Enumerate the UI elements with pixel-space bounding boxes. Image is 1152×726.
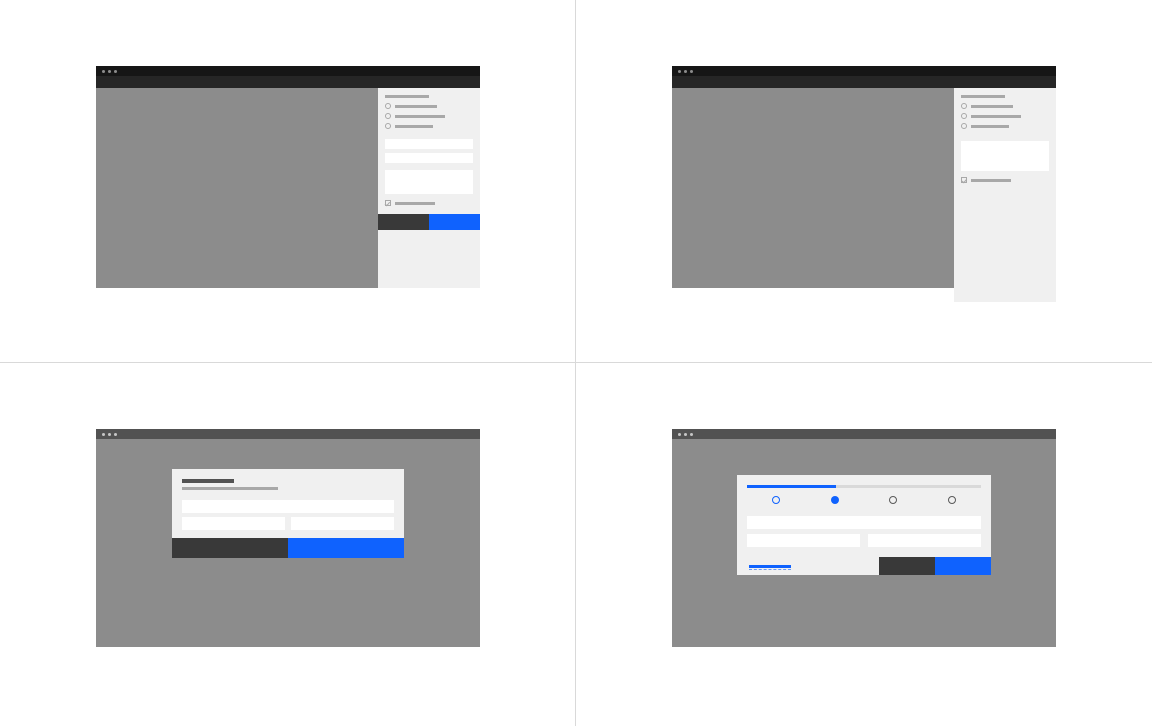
radio-icon [961,113,967,119]
checkbox-option[interactable] [385,200,473,206]
slide-over-panel [954,88,1056,302]
text-input[interactable] [385,153,473,163]
progress-fill [747,485,836,488]
text-input[interactable] [291,517,394,530]
browser-window [96,66,480,288]
modal-actions [172,538,404,558]
panel-actions [961,191,1049,195]
traffic-light-icon [114,70,117,73]
secondary-button[interactable] [172,538,288,558]
step-done-icon[interactable] [772,496,780,504]
browser-window [96,429,480,647]
radio-option[interactable] [961,113,1049,119]
checkbox-option[interactable] [961,177,1049,183]
traffic-light-icon [690,70,693,73]
window-toolbar [96,76,480,88]
radio-icon [961,123,967,129]
radio-icon [385,113,391,119]
traffic-light-icon [102,70,105,73]
back-link[interactable] [749,565,791,568]
modal-subtitle [182,487,278,490]
browser-window [672,66,1056,288]
radio-option[interactable] [385,103,473,109]
radio-icon [961,103,967,109]
traffic-light-icon [108,70,111,73]
window-titlebar [96,429,480,439]
progress-bar [747,485,981,488]
text-input[interactable] [182,500,394,513]
wizard-footer [737,557,991,575]
slide-over-panel [378,88,480,288]
secondary-button[interactable] [879,557,935,575]
text-input[interactable] [747,534,860,547]
traffic-light-icon [102,433,105,436]
traffic-light-icon [108,433,111,436]
traffic-light-icon [684,70,687,73]
traffic-light-icon [678,433,681,436]
browser-window [672,429,1056,647]
window-toolbar [672,76,1056,88]
app-canvas [672,439,1056,647]
primary-button[interactable] [935,557,991,575]
text-input[interactable] [868,534,981,547]
step-current-icon[interactable] [831,496,839,504]
window-titlebar [672,66,1056,76]
checkbox-icon [385,200,391,206]
traffic-light-icon [684,433,687,436]
traffic-light-icon [114,433,117,436]
app-canvas [96,88,480,288]
primary-button[interactable] [429,214,480,230]
step-indicator [747,496,981,504]
wireframe-grid [0,0,1152,726]
radio-option[interactable] [385,123,473,129]
app-canvas [672,88,1056,288]
radio-option[interactable] [961,103,1049,109]
checkbox-icon [961,177,967,183]
radio-icon [385,103,391,109]
secondary-button[interactable] [378,214,429,230]
text-input[interactable] [385,139,473,149]
panel-title [385,95,429,98]
modal-dialog [172,469,404,558]
traffic-light-icon [690,433,693,436]
step-todo-icon[interactable] [889,496,897,504]
textarea-input[interactable] [385,170,473,194]
primary-button[interactable] [288,538,404,558]
text-input[interactable] [182,517,285,530]
textarea-input[interactable] [961,141,1049,171]
text-input[interactable] [747,516,981,529]
modal-body [172,469,404,538]
panel-title [961,95,1005,98]
variant-slideover-stacked [576,0,1152,363]
traffic-light-icon [678,70,681,73]
variant-wizard [576,363,1152,726]
panel-actions [378,214,480,230]
step-todo-icon[interactable] [948,496,956,504]
wizard-dialog [737,475,991,575]
window-titlebar [672,429,1056,439]
radio-option[interactable] [385,113,473,119]
radio-icon [385,123,391,129]
variant-modal [0,363,576,726]
variant-slideover-inline [0,0,576,363]
app-canvas [96,439,480,647]
modal-title [182,479,234,483]
radio-option[interactable] [961,123,1049,129]
window-titlebar [96,66,480,76]
